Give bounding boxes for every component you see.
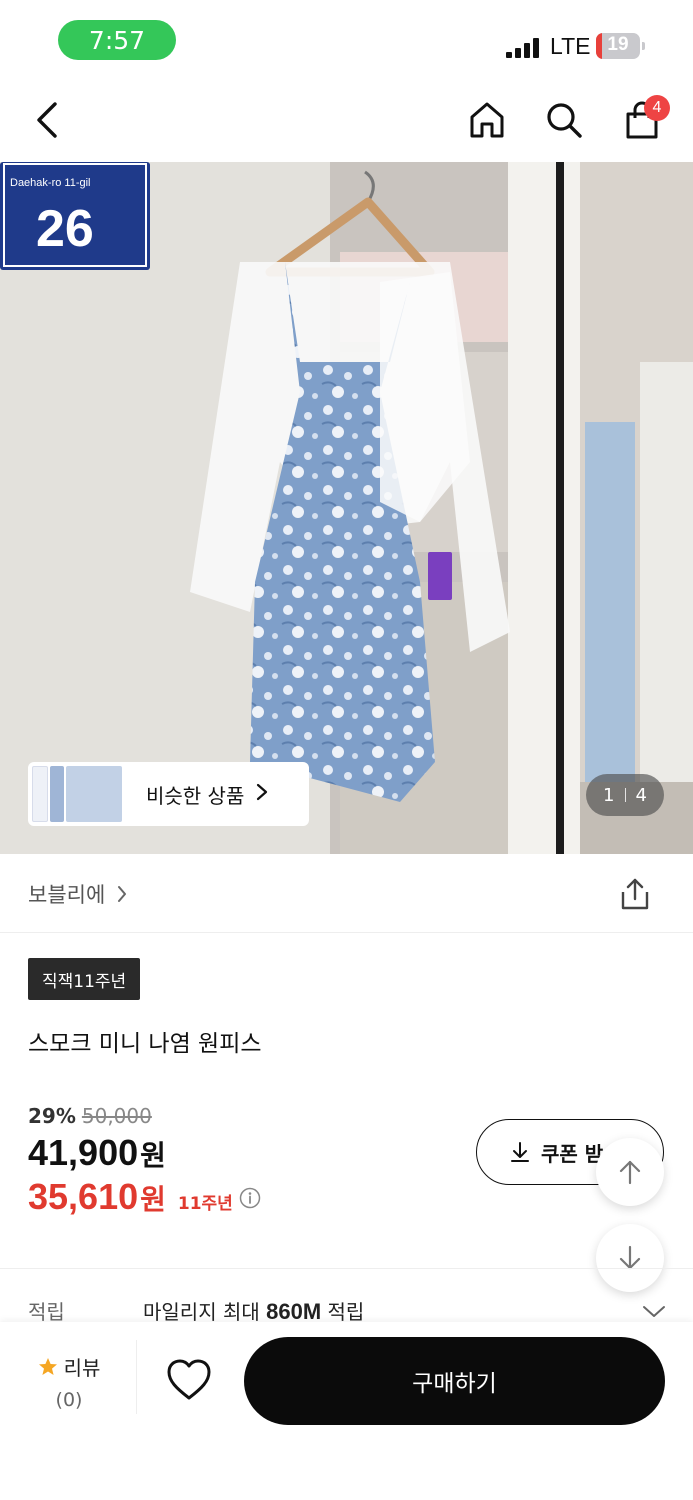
brand-name: 보블리에 <box>28 883 106 907</box>
download-icon <box>511 1142 529 1162</box>
top-nav <box>0 80 693 162</box>
discount-line: 29% 50,000 <box>28 1104 152 1128</box>
star-icon <box>38 1357 57 1375</box>
sign-number: 26 <box>36 200 94 258</box>
points-value: 마일리지 최대 860M 적립 <box>143 1296 364 1325</box>
sale-note: 11주년 <box>177 1194 233 1214</box>
review-label: 리뷰 <box>63 1356 101 1380</box>
points-row[interactable]: 적립 마일리지 최대 860M 적립 <box>0 1296 693 1324</box>
time-display: 7:57 <box>58 20 176 60</box>
chevron-right-icon <box>256 783 268 805</box>
discount-percent: 29% <box>28 1104 76 1128</box>
sale-price-value: 35,610 <box>28 1176 139 1217</box>
signal-icon <box>506 38 540 58</box>
points-suffix: 적립 <box>321 1300 365 1324</box>
similar-products-label: 비슷한 상품 <box>146 783 245 808</box>
image-counter-current: 1 <box>603 784 615 806</box>
share-icon[interactable] <box>618 877 652 915</box>
search-icon[interactable] <box>542 98 586 142</box>
similar-thumbnails <box>32 766 122 822</box>
points-label: 적립 <box>28 1300 65 1324</box>
back-icon[interactable] <box>26 98 70 142</box>
sign-text: Daehak-ro 11-gil <box>10 177 91 189</box>
price: 41,900 원 <box>28 1132 166 1174</box>
image-counter-total: 4 <box>635 784 647 806</box>
points-prefix: 마일리지 최대 <box>143 1300 267 1324</box>
image-counter: 1 4 <box>586 774 664 816</box>
brand-row: 보블리에 <box>0 855 693 933</box>
buy-button[interactable]: 구매하기 <box>244 1337 665 1425</box>
points-amount: 860M <box>266 1299 322 1324</box>
info-icon[interactable] <box>239 1176 261 1218</box>
chevron-down-icon[interactable] <box>642 1300 666 1324</box>
review-count: (0) <box>55 1389 83 1411</box>
network-label: LTE <box>550 33 591 59</box>
heart-icon[interactable] <box>166 1358 212 1406</box>
review-button[interactable]: 리뷰 (0) <box>34 1352 104 1411</box>
scroll-down-button[interactable] <box>596 1224 664 1292</box>
brand-link[interactable]: 보블리에 <box>28 879 127 909</box>
product-image[interactable]: Daehak-ro 11-gil 26 <box>0 162 693 854</box>
original-price: 50,000 <box>81 1104 152 1128</box>
scroll-up-button[interactable] <box>596 1138 664 1206</box>
arrow-up-icon <box>619 1160 641 1185</box>
sale-price: 35,610 원 11주년 <box>28 1176 261 1218</box>
battery-level: 19 <box>607 34 629 55</box>
battery-icon: 19 <box>596 33 640 59</box>
sale-price-unit: 원 <box>140 1184 166 1215</box>
counter-divider <box>624 788 626 802</box>
coupon-label: 쿠폰 받 <box>541 1141 604 1166</box>
cart-count-badge: 4 <box>644 95 670 121</box>
status-bar: 7:57 LTE 19 <box>0 0 693 80</box>
price-unit: 원 <box>140 1140 166 1171</box>
home-icon[interactable] <box>465 98 509 142</box>
chevron-right-icon <box>118 886 127 902</box>
product-title: 스모크 미니 나염 원피스 <box>28 1031 262 1057</box>
bar-divider <box>136 1340 137 1414</box>
event-tag: 직잭11주년 <box>28 958 141 1000</box>
similar-products-button[interactable]: 비슷한 상품 <box>28 762 309 826</box>
section-divider <box>0 1268 693 1269</box>
bottom-action-bar: 리뷰 (0) 구매하기 <box>0 1322 693 1500</box>
battery-tip <box>642 42 645 50</box>
price-value: 41,900 <box>28 1132 139 1173</box>
